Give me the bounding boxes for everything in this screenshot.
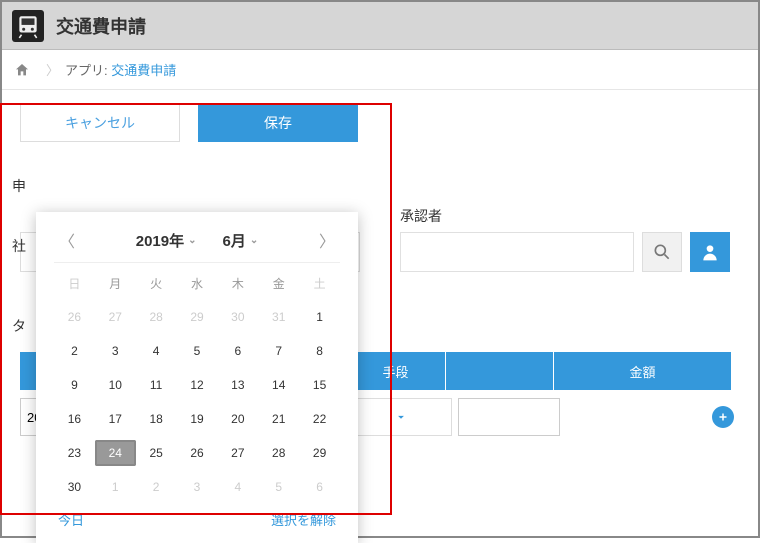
add-row-button[interactable] bbox=[712, 406, 734, 428]
calendar-day[interactable]: 25 bbox=[136, 440, 177, 466]
calendar-day[interactable]: 17 bbox=[95, 406, 136, 432]
type-label: タ bbox=[12, 316, 26, 336]
calendar-day[interactable]: 24 bbox=[95, 440, 136, 466]
user-icon bbox=[700, 242, 720, 262]
calendar-day[interactable]: 2 bbox=[136, 474, 177, 500]
calendar-day[interactable]: 1 bbox=[95, 474, 136, 500]
calendar-day[interactable]: 27 bbox=[95, 304, 136, 330]
dow-header: 木 bbox=[217, 271, 258, 296]
search-button[interactable] bbox=[642, 232, 682, 272]
home-icon[interactable] bbox=[14, 62, 30, 78]
method-select[interactable] bbox=[350, 398, 452, 436]
calendar-day[interactable]: 22 bbox=[299, 406, 340, 432]
calendar-day[interactable]: 4 bbox=[217, 474, 258, 500]
calendar-day[interactable]: 16 bbox=[54, 406, 95, 432]
applicant-label: 申 bbox=[12, 176, 26, 196]
calendar-day[interactable]: 26 bbox=[54, 304, 95, 330]
calendar-day[interactable]: 8 bbox=[299, 338, 340, 364]
calendar-grid: 日月火水木金土262728293031123456789101112131415… bbox=[54, 262, 340, 500]
dow-header: 火 bbox=[136, 271, 177, 296]
chevron-down-icon: ⌄ bbox=[250, 235, 258, 246]
calendar-day[interactable]: 4 bbox=[136, 338, 177, 364]
app-header: 交通費申請 bbox=[2, 2, 758, 50]
datepicker-popup: 〈 2019年⌄ 6月⌄ 〉 日月火水木金土262728293031123456… bbox=[36, 212, 358, 543]
calendar-day[interactable]: 5 bbox=[177, 338, 218, 364]
plus-icon bbox=[717, 411, 729, 423]
text-input-2[interactable] bbox=[458, 398, 560, 436]
search-icon bbox=[652, 242, 672, 262]
month-selector[interactable]: 6月⌄ bbox=[223, 230, 259, 251]
calendar-day[interactable]: 3 bbox=[177, 474, 218, 500]
calendar-day[interactable]: 9 bbox=[54, 372, 95, 398]
calendar-day[interactable]: 28 bbox=[136, 304, 177, 330]
calendar-day[interactable]: 12 bbox=[177, 372, 218, 398]
calendar-day[interactable]: 23 bbox=[54, 440, 95, 466]
calendar-day[interactable]: 20 bbox=[217, 406, 258, 432]
calendar-day[interactable]: 6 bbox=[299, 474, 340, 500]
calendar-day[interactable]: 2 bbox=[54, 338, 95, 364]
calendar-day[interactable]: 3 bbox=[95, 338, 136, 364]
calendar-day[interactable]: 5 bbox=[258, 474, 299, 500]
company-label: 社 bbox=[12, 236, 26, 256]
calendar-day[interactable]: 1 bbox=[299, 304, 340, 330]
today-link[interactable]: 今日 bbox=[58, 510, 84, 529]
dow-header: 金 bbox=[258, 271, 299, 296]
approver-label: 承認者 bbox=[400, 206, 740, 226]
calendar-day[interactable]: 30 bbox=[217, 304, 258, 330]
user-picker-button[interactable] bbox=[690, 232, 730, 272]
calendar-day[interactable]: 26 bbox=[177, 440, 218, 466]
calendar-day[interactable]: 30 bbox=[54, 474, 95, 500]
dow-header: 日 bbox=[54, 271, 95, 296]
chevron-right-icon: 〉 bbox=[46, 60, 59, 79]
prev-month-button[interactable]: 〈 bbox=[58, 228, 76, 252]
calendar-day[interactable]: 19 bbox=[177, 406, 218, 432]
year-selector[interactable]: 2019年⌄ bbox=[136, 230, 197, 251]
calendar-day[interactable]: 11 bbox=[136, 372, 177, 398]
calendar-day[interactable]: 27 bbox=[217, 440, 258, 466]
breadcrumb-app-link[interactable]: 交通費申請 bbox=[111, 60, 176, 79]
approver-input[interactable] bbox=[400, 232, 634, 272]
calendar-day[interactable]: 6 bbox=[217, 338, 258, 364]
calendar-day[interactable]: 14 bbox=[258, 372, 299, 398]
th-amount: 金額 bbox=[554, 352, 732, 390]
calendar-day[interactable]: 13 bbox=[217, 372, 258, 398]
breadcrumb-label: アプリ: bbox=[65, 60, 108, 79]
clear-selection-link[interactable]: 選択を解除 bbox=[271, 510, 336, 529]
calendar-day[interactable]: 21 bbox=[258, 406, 299, 432]
breadcrumb: 〉 アプリ: 交通費申請 bbox=[2, 50, 758, 90]
page-title: 交通費申請 bbox=[56, 13, 146, 39]
dow-header: 土 bbox=[299, 271, 340, 296]
calendar-day[interactable]: 31 bbox=[258, 304, 299, 330]
save-button[interactable]: 保存 bbox=[198, 104, 358, 142]
dow-header: 月 bbox=[95, 271, 136, 296]
calendar-day[interactable]: 28 bbox=[258, 440, 299, 466]
cancel-button[interactable]: キャンセル bbox=[20, 104, 180, 142]
train-icon bbox=[12, 10, 44, 42]
next-month-button[interactable]: 〉 bbox=[318, 228, 336, 252]
calendar-day[interactable]: 15 bbox=[299, 372, 340, 398]
calendar-day[interactable]: 29 bbox=[299, 440, 340, 466]
calendar-day[interactable]: 18 bbox=[136, 406, 177, 432]
dow-header: 水 bbox=[177, 271, 218, 296]
th-method: 手段 bbox=[346, 352, 446, 390]
calendar-day[interactable]: 7 bbox=[258, 338, 299, 364]
chevron-down-icon bbox=[394, 410, 408, 424]
calendar-day[interactable]: 10 bbox=[95, 372, 136, 398]
th-5 bbox=[446, 352, 554, 390]
chevron-down-icon: ⌄ bbox=[188, 235, 196, 246]
calendar-day[interactable]: 29 bbox=[177, 304, 218, 330]
